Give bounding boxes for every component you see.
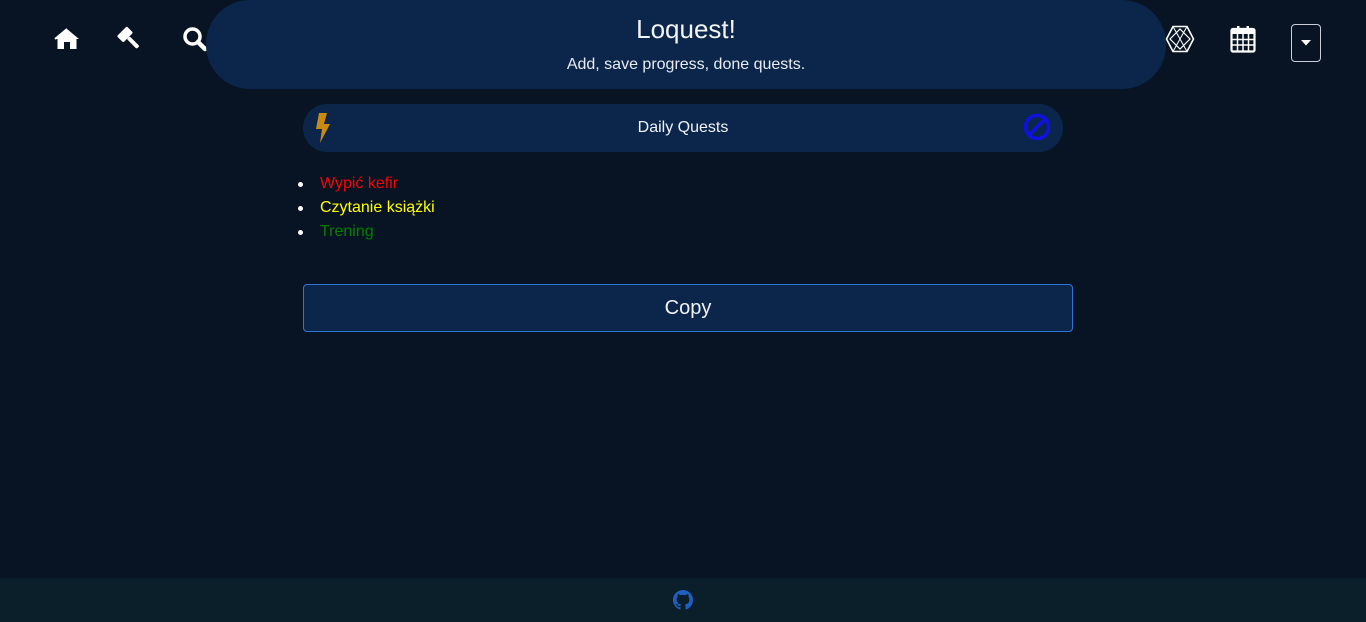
quest-item[interactable]: Czytanie książki: [298, 196, 435, 220]
gavel-icon[interactable]: [116, 24, 146, 54]
bullet: [298, 206, 303, 211]
block-icon[interactable]: [1022, 112, 1052, 147]
quest-label: Trening: [320, 223, 374, 240]
copy-button[interactable]: Copy: [303, 284, 1073, 332]
calendar-icon[interactable]: [1228, 24, 1258, 54]
home-icon[interactable]: [52, 24, 82, 54]
bullet: [298, 230, 303, 235]
quest-item[interactable]: Wypić kefir: [298, 172, 435, 196]
quest-item[interactable]: Trening: [298, 220, 435, 244]
bullet: [298, 182, 303, 187]
footer: [0, 578, 1366, 622]
quest-label: Wypić kefir: [320, 175, 399, 192]
hexagon-icon[interactable]: [1165, 24, 1195, 54]
daily-quests-header: Daily Quests: [303, 104, 1063, 152]
menu-dropdown-button[interactable]: [1291, 24, 1321, 62]
github-icon[interactable]: [673, 590, 693, 615]
caret-down-icon: [1301, 40, 1311, 46]
app-header: Loquest! Add, save progress, done quests…: [206, 0, 1166, 89]
quest-label: Czytanie książki: [320, 199, 435, 216]
app-title: Loquest!: [636, 14, 736, 44]
app-subtitle: Add, save progress, done quests.: [566, 56, 806, 73]
quest-list: Wypić kefir Czytanie książki Trening: [298, 172, 435, 244]
section-title: Daily Quests: [637, 119, 729, 136]
